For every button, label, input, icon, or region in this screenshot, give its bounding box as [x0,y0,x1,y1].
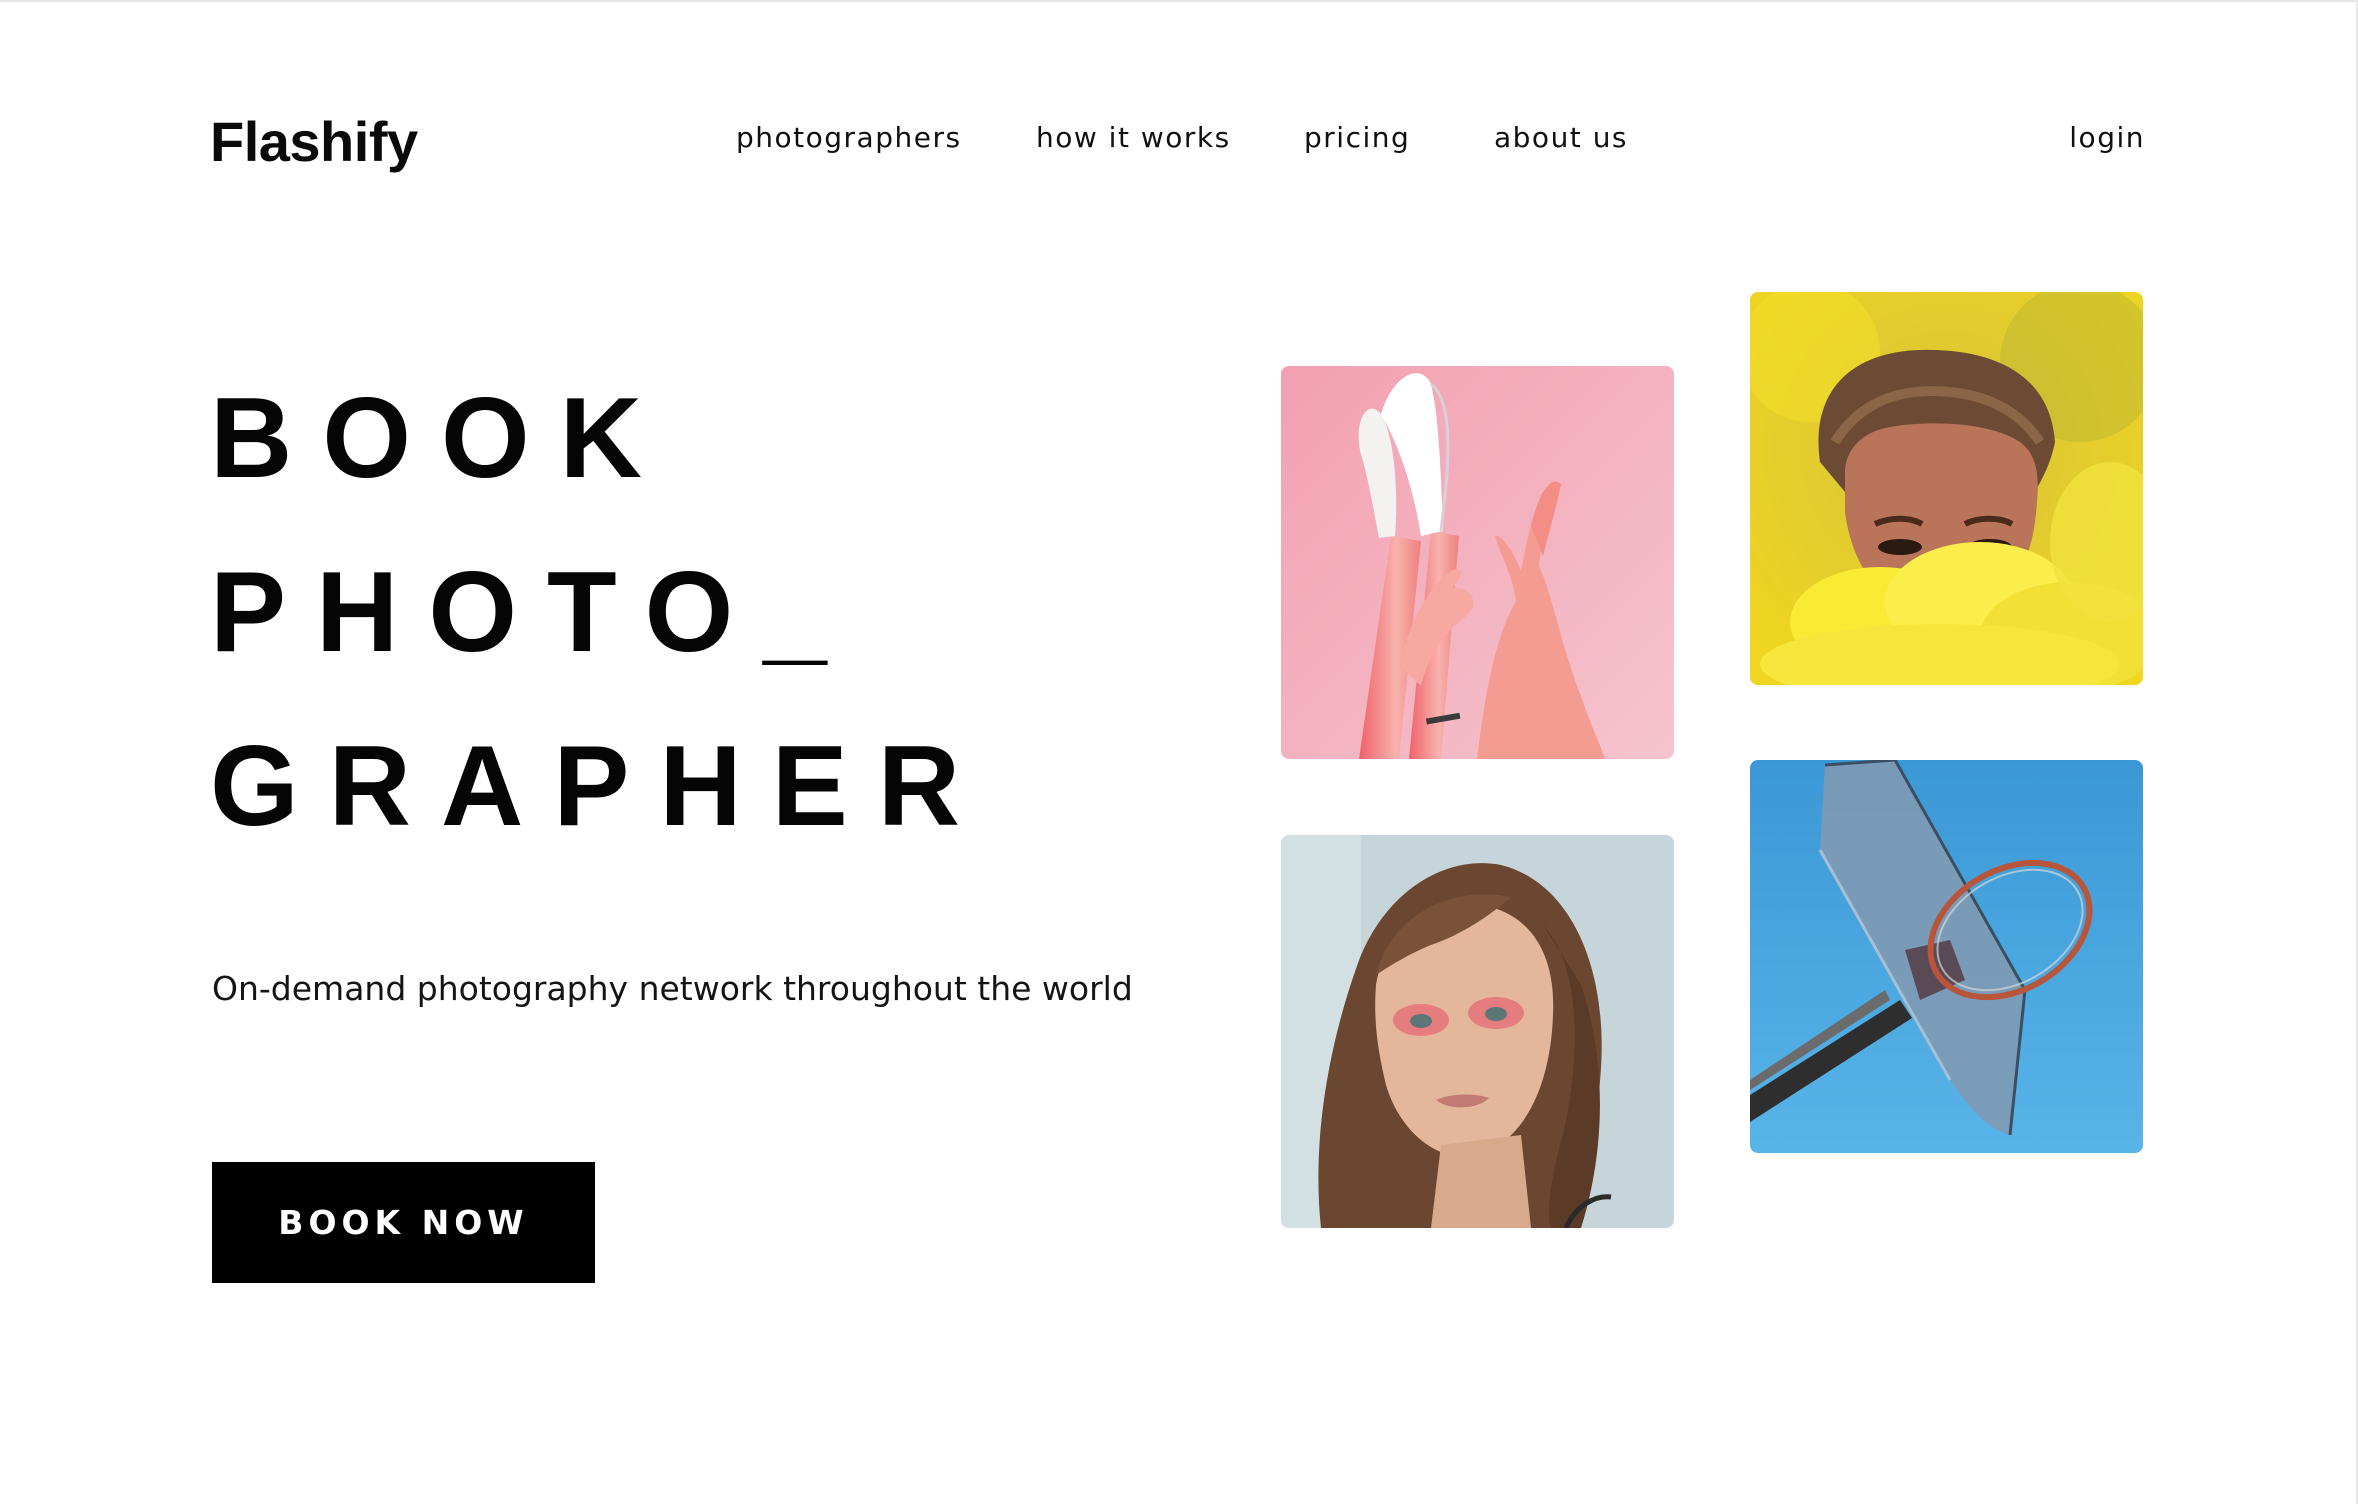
nav-link-how-it-works[interactable]: how it works [1036,116,1304,160]
basketball-hoop-photo [1750,760,2143,1153]
site-logo[interactable]: Flashify [210,108,418,176]
woman-portrait-photo [1281,835,1674,1228]
headline-line-3: GRAPHER [210,723,991,850]
nav-link-about-us[interactable]: about us [1494,116,1694,160]
hero-tagline: On-demand photography network throughout… [212,969,1133,1008]
headline-line-1: BOOK [210,375,672,502]
hero-headline: BOOK PHOTO_ GRAPHER [210,352,990,874]
man-yellow-smoke-photo [1750,292,2143,685]
nav-link-pricing[interactable]: pricing [1304,116,1494,160]
book-now-button[interactable]: BOOK NOW [212,1162,595,1283]
main-nav: photographers how it works pricing about… [736,116,1694,160]
top-border [0,0,2358,2]
login-link[interactable]: login [2069,116,2145,160]
nav-link-photographers[interactable]: photographers [736,116,1036,160]
legs-sneakers-hands-photo [1281,366,1674,759]
headline-line-2: PHOTO_ [210,549,857,676]
